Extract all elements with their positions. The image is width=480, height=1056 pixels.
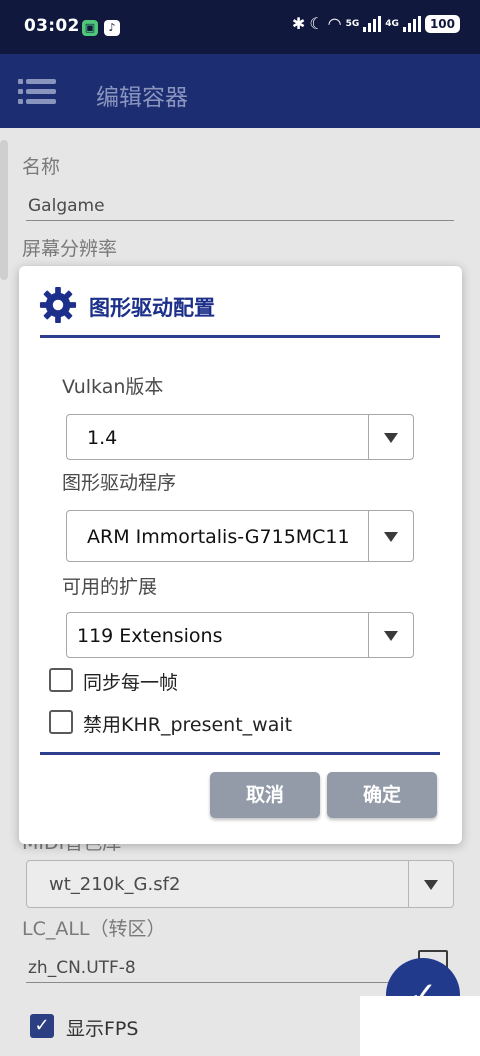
dialog-title: 图形驱动配置 [89,296,215,320]
battery-indicator: 100 [424,14,460,33]
status-bar: 03:02 ▣ ♪ ✱ ☾ ◠ 5G 4G 100 [0,0,480,54]
sync-every-frame-checkbox[interactable] [49,668,73,692]
dropdown-arrow-icon [384,631,398,641]
wifi-icon: ◠ [327,14,342,33]
resolution-label: 屏幕分辨率 [22,238,118,260]
scrollbar[interactable] [0,140,8,280]
bluetooth-icon: ✱ [291,14,306,33]
graphics-driver-label: 图形驱动程序 [62,472,177,494]
vulkan-version-select[interactable]: 1.4 [66,414,414,460]
dialog-top-divider [40,335,440,338]
menu-icon[interactable] [18,76,58,108]
locale-label: LC_ALL（转区） [22,918,166,940]
extensions-select[interactable]: 119 Extensions [66,612,414,658]
signal-bars-icon-2 [402,15,421,32]
show-fps-label: 显示FPS [66,1018,139,1040]
status-time: 03:02 [24,16,80,36]
notification-app-icon: ▣ [82,20,98,36]
select-divider [368,415,369,459]
show-fps-checkbox[interactable]: ✓ [30,1014,54,1038]
signal-bars-icon [363,15,382,32]
locale-field[interactable]: zh_CN.UTF-8 [28,958,136,978]
dialog-bottom-divider [40,752,440,755]
extensions-value: 119 Extensions [77,625,223,647]
app-bar: 编辑容器 [0,54,480,128]
select-divider [368,613,369,657]
cancel-button[interactable]: 取消 [210,772,320,818]
sync-every-frame-label: 同步每一帧 [83,672,179,694]
overlay-corner [360,996,480,1056]
moon-icon: ☾ [309,14,324,33]
dropdown-arrow-icon [384,433,398,443]
vulkan-version-value: 1.4 [87,427,118,449]
music-app-icon: ♪ [104,20,120,36]
signal-4g-label: 4G [385,18,399,29]
graphics-driver-value: ARM Immortalis-G715MC11 [87,526,350,548]
select-divider [368,511,369,561]
disable-khr-present-wait-checkbox[interactable] [49,710,73,734]
graphics-driver-select[interactable]: ARM Immortalis-G715MC11 [66,510,414,562]
gear-icon [39,286,77,324]
status-icons: ✱ ☾ ◠ 5G 4G 100 [292,14,460,33]
vulkan-version-label: Vulkan版本 [62,376,164,398]
name-label: 名称 [22,156,61,178]
page-title: 编辑容器 [96,85,188,111]
midi-select[interactable]: wt_210k_G.sf2 [26,860,454,908]
dropdown-arrow-icon [424,880,438,890]
disable-khr-present-wait-label: 禁用KHR_present_wait [83,714,293,736]
locale-field-underline [26,982,406,983]
name-field-underline [26,220,454,221]
midi-select-value: wt_210k_G.sf2 [49,874,181,895]
confirm-button[interactable]: 确定 [327,772,437,818]
name-field[interactable]: Galgame [28,196,105,216]
graphics-driver-dialog: 图形驱动配置 Vulkan版本 1.4 图形驱动程序 ARM Immortali… [19,266,462,844]
signal-5g-label: 5G [345,18,360,29]
select-divider [408,861,409,907]
dropdown-arrow-icon [384,532,398,542]
extensions-label: 可用的扩展 [62,576,158,598]
